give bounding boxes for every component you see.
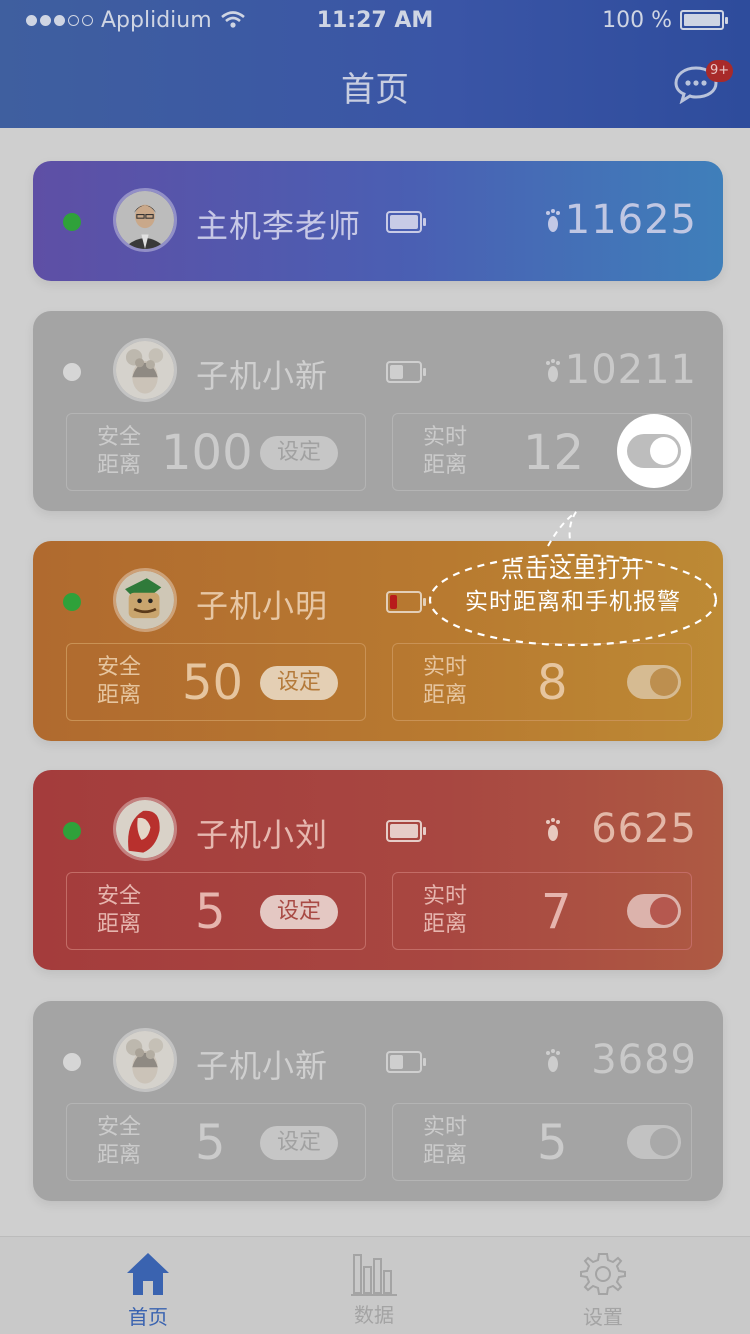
step-count: 11625 <box>564 197 697 243</box>
footprint-icon <box>546 209 560 232</box>
device-card[interactable]: 子机小新 10211 安全 距离 100 设定 实时 距离 12 <box>33 311 723 511</box>
safe-distance-box: 安全 距离 50 设定 <box>66 643 366 721</box>
set-distance-button[interactable]: 设定 <box>260 1126 338 1160</box>
tab-label: 首页 <box>128 1305 168 1329</box>
wifi-icon <box>220 11 245 28</box>
footprint-icon <box>546 1049 560 1072</box>
live-distance-box: 实时 距离 8 <box>392 643 692 721</box>
device-name: 子机小新 <box>196 1047 329 1085</box>
online-status-dot <box>63 822 81 840</box>
low-battery-icon <box>386 591 426 613</box>
device-name: 子机小刘 <box>196 816 329 854</box>
live-distance-box: 实时 距离 5 <box>392 1103 692 1181</box>
avatar <box>113 797 177 861</box>
offline-status-dot <box>63 363 81 381</box>
safe-distance-value: 5 <box>195 1115 226 1171</box>
signal-strength-icon <box>26 14 93 26</box>
live-distance-toggle[interactable] <box>627 894 681 928</box>
safe-distance-label: 安全 距离 <box>97 884 142 937</box>
live-distance-label: 实时 距离 <box>423 1115 468 1168</box>
set-distance-button[interactable]: 设定 <box>260 895 338 929</box>
tab-bar: 首页 数据 设置 <box>0 1236 750 1334</box>
live-distance-value: 12 <box>523 425 585 481</box>
unread-badge: 9+ <box>706 60 734 82</box>
footprint-icon <box>546 359 560 382</box>
live-distance-value: 8 <box>537 655 568 711</box>
live-distance-toggle-highlighted[interactable] <box>617 414 691 488</box>
live-distance-label: 实时 距离 <box>423 425 468 478</box>
set-distance-button[interactable]: 设定 <box>260 666 338 700</box>
tab-label: 数据 <box>354 1303 394 1327</box>
gear-icon <box>580 1253 626 1295</box>
live-distance-label: 实时 距离 <box>423 884 468 937</box>
safe-distance-value: 5 <box>195 884 226 940</box>
hint-line-1: 点击这里打开 <box>501 557 645 583</box>
live-distance-value: 5 <box>537 1115 568 1171</box>
device-name: 子机小新 <box>196 357 329 395</box>
battery-level-icon <box>386 211 426 233</box>
safe-distance-value: 50 <box>182 655 244 711</box>
status-bar: Applidium 11:27 AM 100 % <box>0 0 750 40</box>
step-count: 10211 <box>564 347 697 393</box>
messages-button[interactable]: 9+ <box>672 60 734 106</box>
avatar <box>113 568 177 632</box>
page-title: 首页 <box>341 70 409 110</box>
safe-distance-label: 安全 距离 <box>97 425 142 478</box>
hint-line-2: 实时距离和手机报警 <box>465 589 681 615</box>
battery-level-icon <box>386 820 426 842</box>
device-name: 子机小明 <box>196 587 329 625</box>
battery-icon <box>680 10 728 30</box>
online-status-dot <box>63 213 81 231</box>
device-card[interactable]: 子机小新 3689 安全 距离 5 设定 实时 距离 5 <box>33 1001 723 1201</box>
online-status-dot <box>63 593 81 611</box>
footprint-icon <box>546 818 560 841</box>
safe-distance-label: 安全 距离 <box>97 655 142 708</box>
tab-label: 设置 <box>583 1305 623 1329</box>
bar-chart-icon <box>351 1254 397 1296</box>
avatar <box>113 338 177 402</box>
device-card[interactable]: 子机小刘 6625 安全 距离 5 设定 实时 距离 7 <box>33 770 723 970</box>
set-distance-button[interactable]: 设定 <box>260 436 338 470</box>
step-count: 6625 <box>591 806 697 852</box>
step-count: 3689 <box>591 1037 697 1083</box>
battery-level-icon <box>386 1051 426 1073</box>
tab-settings[interactable]: 设置 <box>528 1237 678 1334</box>
live-distance-label: 实时 距离 <box>423 655 468 708</box>
avatar <box>113 188 177 252</box>
device-name: 主机李老师 <box>196 207 362 245</box>
live-distance-toggle[interactable] <box>627 665 681 699</box>
safe-distance-box: 安全 距离 5 设定 <box>66 1103 366 1181</box>
home-icon <box>127 1253 169 1295</box>
safe-distance-box: 安全 距离 100 设定 <box>66 413 366 491</box>
live-distance-box: 实时 距离 7 <box>392 872 692 950</box>
device-card-host[interactable]: 主机李老师 11625 <box>33 161 723 281</box>
device-list: 主机李老师 11625 子机小新 10211 安全 距离 100 设定 实时 距… <box>0 128 750 1236</box>
safe-distance-label: 安全 距离 <box>97 1115 142 1168</box>
tab-data[interactable]: 数据 <box>299 1237 449 1334</box>
avatar <box>113 1028 177 1092</box>
battery-percent: 100 % <box>602 7 672 33</box>
carrier-name: Applidium <box>101 7 212 33</box>
safe-distance-value: 100 <box>161 425 253 481</box>
safe-distance-box: 安全 距离 5 设定 <box>66 872 366 950</box>
offline-status-dot <box>63 1053 81 1071</box>
battery-level-icon <box>386 361 426 383</box>
hint-tooltip: 点击这里打开 实时距离和手机报警 <box>428 510 724 650</box>
tab-home[interactable]: 首页 <box>73 1237 223 1334</box>
live-distance-value: 7 <box>541 884 572 940</box>
live-distance-toggle[interactable] <box>627 1125 681 1159</box>
hint-text: 点击这里打开 实时距离和手机报警 <box>428 554 718 618</box>
